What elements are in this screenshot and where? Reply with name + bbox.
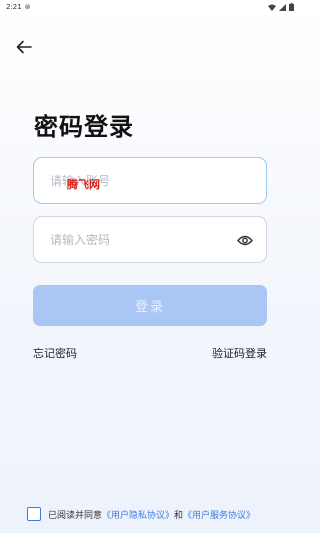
show-password-button[interactable]	[236, 232, 254, 248]
service-agreement-link[interactable]: 《用户服务协议》	[183, 508, 255, 521]
status-bar: 2:21 ⊗	[0, 0, 300, 14]
page-title: 密码登录	[34, 113, 134, 141]
sms-login-link[interactable]: 验证码登录	[212, 345, 267, 361]
eye-icon	[237, 235, 253, 245]
arrow-left-icon	[16, 40, 32, 54]
wifi-icon	[268, 4, 276, 11]
signal-icon	[279, 3, 286, 11]
agreement-prefix: 已阅读并同意	[48, 510, 103, 521]
phone-field[interactable]	[33, 157, 267, 204]
back-button[interactable]	[14, 38, 34, 56]
phone-input[interactable]	[50, 173, 250, 188]
forgot-password-link[interactable]: 忘记密码	[33, 345, 77, 361]
battery-icon	[289, 3, 294, 11]
agreement-and: 和	[174, 510, 184, 521]
privacy-policy-link[interactable]: 《用户隐私协议》	[102, 508, 174, 521]
agreement-row: 已阅读并同意 《用户隐私协议》 和 《用户服务协议》	[27, 507, 287, 521]
password-field[interactable]	[33, 216, 267, 263]
sync-status-icon: ⊗	[24, 3, 31, 11]
login-button[interactable]: 登录	[33, 285, 267, 326]
agreement-checkbox[interactable]	[27, 507, 41, 521]
password-input[interactable]	[50, 232, 250, 247]
status-time: 2:21	[6, 3, 22, 11]
